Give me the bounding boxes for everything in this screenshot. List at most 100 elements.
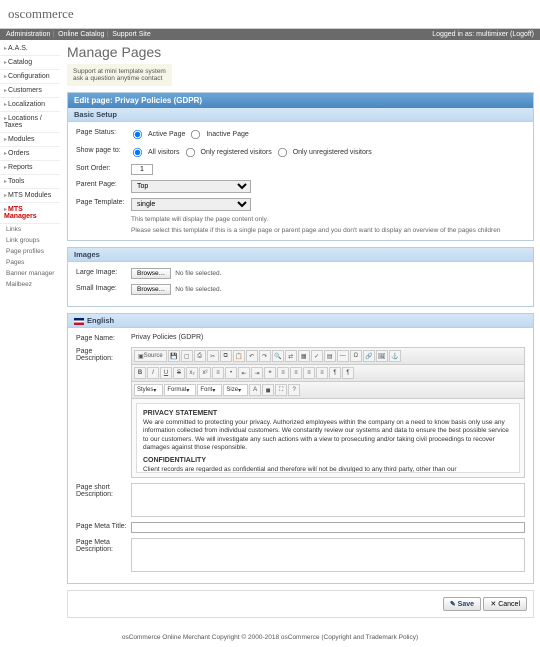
table-icon[interactable]: ▤: [324, 350, 336, 362]
nav-support[interactable]: Support Site: [112, 31, 151, 38]
align-center-icon[interactable]: ≡: [290, 367, 302, 379]
sidebar-item: ▸Configuration: [0, 70, 60, 84]
rtl-icon[interactable]: ¶: [342, 367, 354, 379]
basic-setup-header: Basic Setup: [68, 108, 533, 122]
sub-icon[interactable]: x₂: [186, 367, 198, 379]
show-unreg[interactable]: [278, 148, 287, 157]
select-icon[interactable]: ▦: [298, 350, 310, 362]
content: Manage Pages Support at mini template sy…: [61, 40, 540, 628]
sidebar-item: ▸Catalog: [0, 56, 60, 70]
hr-icon[interactable]: —: [337, 350, 349, 362]
show-reg[interactable]: [185, 148, 194, 157]
sidebar-sub[interactable]: Links: [0, 224, 60, 235]
browse-small[interactable]: Browse…: [131, 284, 171, 295]
anchor-icon[interactable]: ⚓: [389, 350, 401, 362]
italic-icon[interactable]: I: [147, 367, 159, 379]
sidebar-item: ▸Modules: [0, 133, 60, 147]
english-panel: English Page Name: Privay Policies (GDPR…: [67, 313, 534, 584]
strike-icon[interactable]: S: [173, 367, 185, 379]
nav-catalog[interactable]: Online Catalog: [58, 31, 104, 38]
page-name-value: Privay Policies (GDPR): [131, 334, 203, 341]
editor-toolbar: ▣ Source 💾 ▢ ⎙ ✂ ⧉ 📋 ↶ ↷ 🔍 ⇄: [132, 348, 524, 365]
underline-icon[interactable]: U: [160, 367, 172, 379]
ol-icon[interactable]: ≡: [212, 367, 224, 379]
sidebar-sub[interactable]: Pages: [0, 257, 60, 268]
images-header: Images: [68, 248, 533, 262]
new-icon[interactable]: ▢: [181, 350, 193, 362]
short-desc-input[interactable]: [131, 483, 525, 517]
nav-admin[interactable]: Administration: [6, 31, 50, 38]
parent-select[interactable]: Top: [131, 180, 251, 193]
indent-icon[interactable]: ⇥: [251, 367, 263, 379]
save-icon[interactable]: 💾: [168, 350, 180, 362]
support-note: Support at mini template systemask a que…: [67, 64, 172, 86]
outdent-icon[interactable]: ⇤: [238, 367, 250, 379]
find-icon[interactable]: 🔍: [272, 350, 284, 362]
status-inactive[interactable]: [191, 130, 200, 139]
size-select[interactable]: Size ▾: [223, 384, 248, 396]
maximize-icon[interactable]: ⛶: [275, 384, 287, 396]
bold-icon[interactable]: B: [134, 367, 146, 379]
page-title: Manage Pages: [67, 44, 534, 60]
meta-title-input[interactable]: [131, 522, 525, 533]
sidebar-item: ▸MTS Modules: [0, 189, 60, 203]
sidebar-item-active: ▸MTS Managers: [0, 203, 60, 224]
copy-icon[interactable]: ⧉: [220, 350, 232, 362]
redo-icon[interactable]: ↷: [259, 350, 271, 362]
cut-icon[interactable]: ✂: [207, 350, 219, 362]
sup-icon[interactable]: x²: [199, 367, 211, 379]
cancel-button[interactable]: ✕ Cancel: [483, 597, 527, 611]
flag-icon: [74, 318, 84, 325]
sidebar-item: ▸Tools: [0, 175, 60, 189]
english-header: English: [68, 314, 533, 328]
char-icon[interactable]: Ω: [350, 350, 362, 362]
print-icon[interactable]: ⎙: [194, 350, 206, 362]
sidebar: ▸A.A.S. ▸Catalog ▸Configuration ▸Custome…: [0, 40, 60, 628]
sidebar-sub[interactable]: Page profiles: [0, 246, 60, 257]
login-status[interactable]: Logged in as: multimixer (Logoff): [432, 31, 534, 38]
meta-desc-input[interactable]: [131, 538, 525, 572]
images-panel: Images Large Image: Browse…No file selec…: [67, 247, 534, 307]
sidebar-item: ▸A.A.S.: [0, 42, 60, 56]
save-button[interactable]: ✎ Save: [443, 597, 481, 611]
sidebar-item: ▸Reports: [0, 161, 60, 175]
ul-icon[interactable]: •: [225, 367, 237, 379]
footer: osCommerce Online Merchant Copyright © 2…: [0, 628, 540, 647]
editor-content[interactable]: PRIVACY STATEMENT We are committed to pr…: [136, 403, 520, 473]
rich-editor: ▣ Source 💾 ▢ ⎙ ✂ ⧉ 📋 ↶ ↷ 🔍 ⇄: [131, 347, 525, 478]
actions: ✎ Save ✕ Cancel: [68, 591, 533, 617]
format-select[interactable]: Format ▾: [164, 384, 196, 396]
source-btn[interactable]: ▣ Source: [134, 350, 167, 362]
show-all[interactable]: [133, 148, 142, 157]
panel-header: Edit page: Privay Policies (GDPR): [68, 93, 533, 108]
align-right-icon[interactable]: ≡: [303, 367, 315, 379]
font-select[interactable]: Font ▾: [197, 384, 222, 396]
topbar: Administration| Online Catalog| Support …: [0, 29, 540, 40]
sort-order-input[interactable]: [131, 164, 153, 175]
sidebar-sub[interactable]: Link groups: [0, 235, 60, 246]
header: oscommerce: [0, 0, 540, 29]
textcolor-icon[interactable]: A: [249, 384, 261, 396]
image-icon[interactable]: 🖼: [376, 350, 388, 362]
quote-icon[interactable]: ❝: [264, 367, 276, 379]
replace-icon[interactable]: ⇄: [285, 350, 297, 362]
align-justify-icon[interactable]: ≡: [316, 367, 328, 379]
sidebar-item: ▸Orders: [0, 147, 60, 161]
status-active[interactable]: [133, 130, 142, 139]
paste-icon[interactable]: 📋: [233, 350, 245, 362]
ltr-icon[interactable]: ¶: [329, 367, 341, 379]
sidebar-item: ▸Localization: [0, 98, 60, 112]
browse-large[interactable]: Browse…: [131, 268, 171, 279]
link-icon[interactable]: 🔗: [363, 350, 375, 362]
help-icon[interactable]: ?: [288, 384, 300, 396]
sidebar-sub[interactable]: Mailbeez: [0, 279, 60, 290]
sidebar-sub[interactable]: Banner manager: [0, 268, 60, 279]
undo-icon[interactable]: ↶: [246, 350, 258, 362]
align-left-icon[interactable]: ≡: [277, 367, 289, 379]
template-select[interactable]: single: [131, 198, 251, 211]
sidebar-item: ▸Locations / Taxes: [0, 112, 60, 133]
bgcolor-icon[interactable]: ◼: [262, 384, 274, 396]
styles-select[interactable]: Styles ▾: [134, 384, 163, 396]
logo: oscommerce: [8, 6, 74, 21]
spell-icon[interactable]: ✓: [311, 350, 323, 362]
